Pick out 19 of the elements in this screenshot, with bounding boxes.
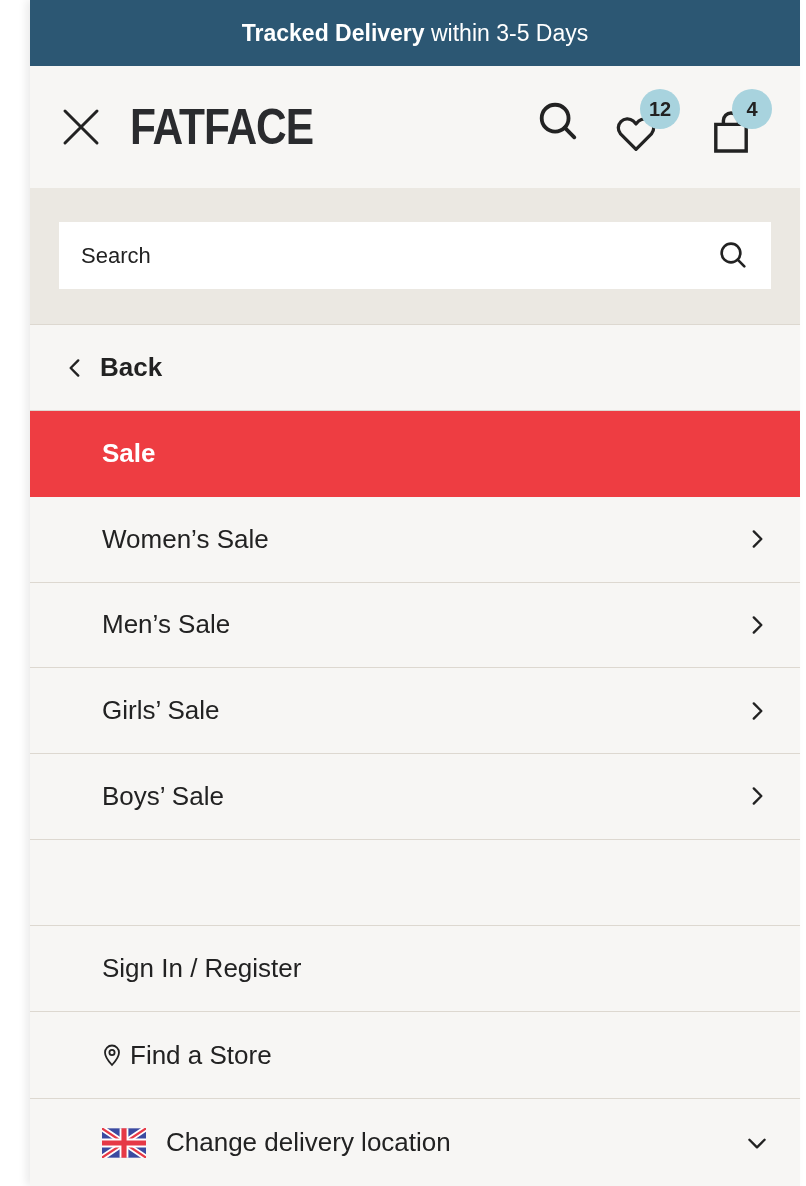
- delivery-location-label: Change delivery location: [166, 1126, 451, 1160]
- section-heading: Sale: [30, 410, 800, 497]
- delivery-location-dropdown[interactable]: Change delivery location: [30, 1099, 800, 1186]
- wishlist-button[interactable]: 12: [614, 88, 680, 153]
- banner-text: Tracked Delivery within 3-5 Days: [241, 18, 589, 48]
- search-field[interactable]: Search: [59, 222, 771, 290]
- brand-logo[interactable]: FATFACE: [130, 101, 314, 152]
- find-store-link[interactable]: Find a Store: [30, 1012, 800, 1100]
- uk-flag-icon: [102, 1127, 146, 1158]
- menu-item[interactable]: Girls’ Sale: [30, 668, 800, 755]
- sign-in-link[interactable]: Sign In / Register: [30, 925, 800, 1013]
- location-pin-icon: [102, 1043, 122, 1068]
- menu-item[interactable]: Men’s Sale: [30, 582, 800, 669]
- menu-item[interactable]: Women’s Sale: [30, 496, 800, 583]
- back-button[interactable]: Back: [30, 325, 800, 411]
- bag-button[interactable]: 4: [712, 88, 772, 153]
- wishlist-count-badge: 12: [640, 88, 680, 129]
- menu-item[interactable]: Boys’ Sale: [30, 754, 800, 840]
- bag-count-badge: 4: [732, 88, 772, 129]
